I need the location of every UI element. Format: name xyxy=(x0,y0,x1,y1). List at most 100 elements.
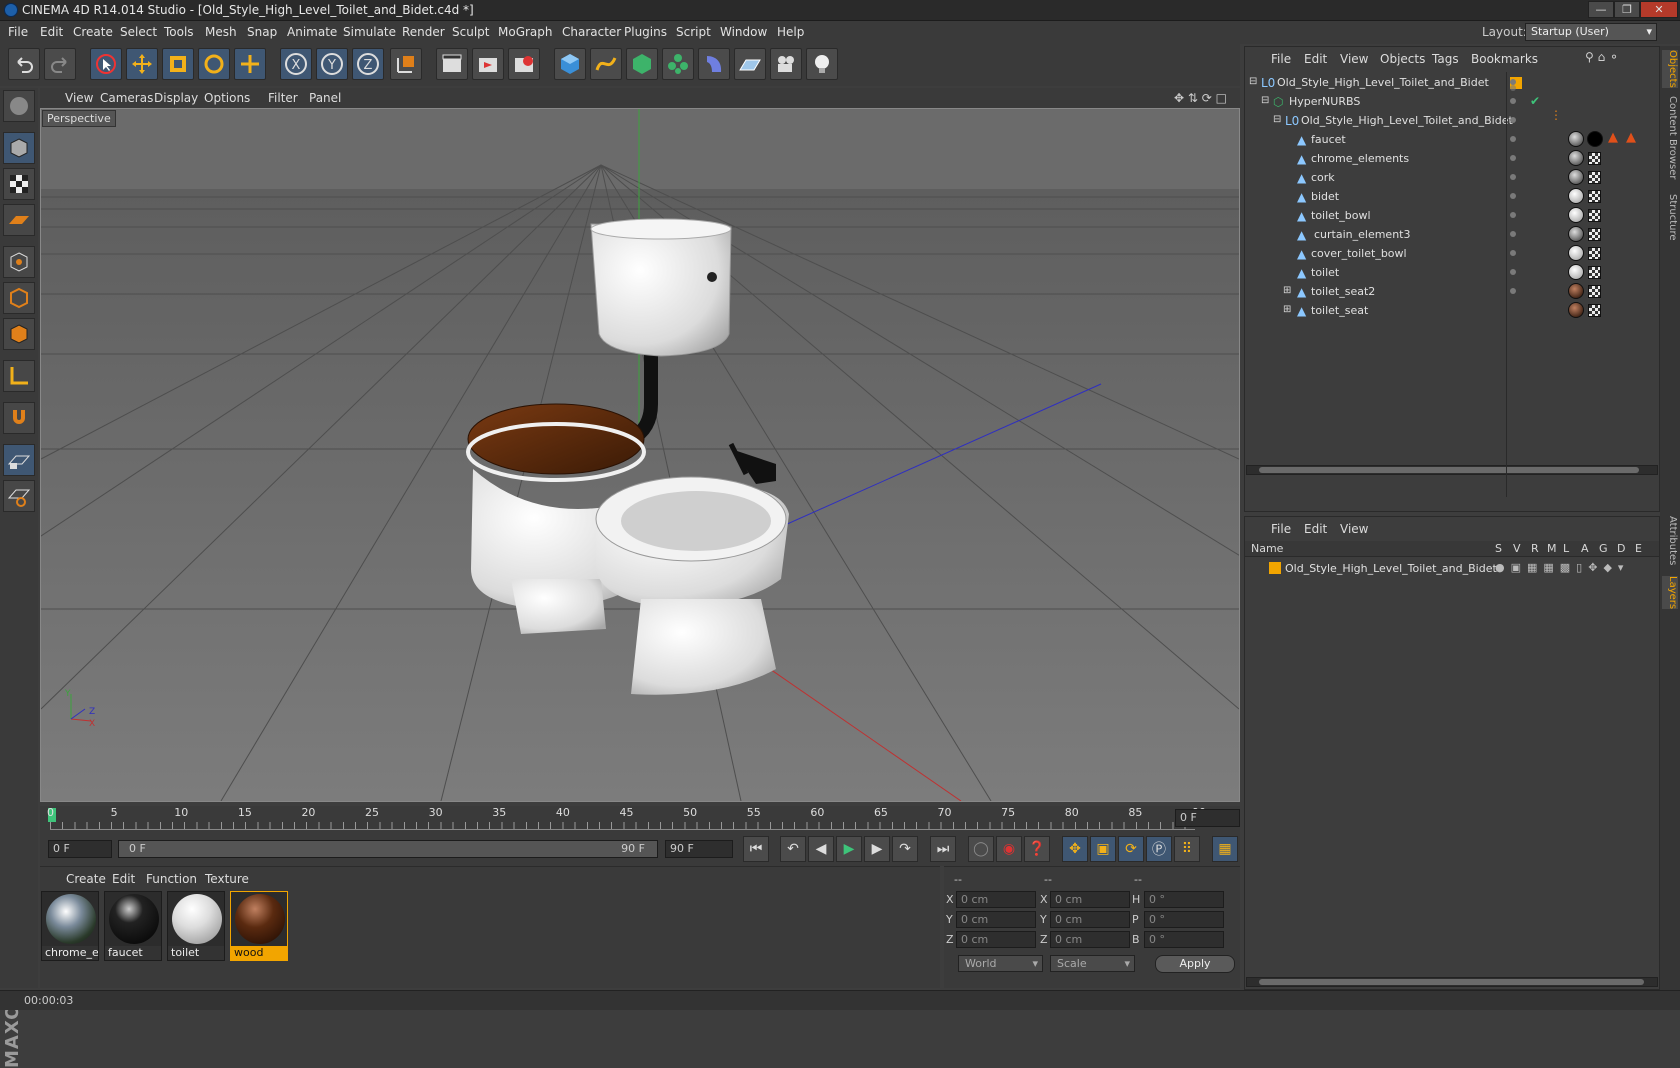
layers-menu-edit[interactable]: Edit xyxy=(1304,522,1327,536)
column-animation[interactable]: A xyxy=(1581,542,1589,555)
polygons-mode-button[interactable] xyxy=(3,318,35,350)
key-position-button[interactable]: ✥ xyxy=(1062,836,1088,862)
layer-row[interactable]: Old_Style_High_Level_Toilet_and_Bidet ●▣… xyxy=(1245,559,1659,577)
object-manager-column-divider[interactable] xyxy=(1506,72,1507,497)
menu-snap[interactable]: Snap xyxy=(247,25,277,39)
menu-render[interactable]: Render xyxy=(402,25,445,39)
uvw-tag[interactable] xyxy=(1588,266,1601,279)
viewport-menu-view[interactable]: View xyxy=(65,91,93,105)
objects-menu-tags[interactable]: Tags xyxy=(1432,52,1459,66)
column-generators[interactable]: G xyxy=(1599,542,1608,555)
rotation-p-field[interactable]: 0 ° xyxy=(1144,911,1224,928)
render-view-button[interactable] xyxy=(436,48,468,80)
menu-create[interactable]: Create xyxy=(73,25,113,39)
tab-layers[interactable]: Layers xyxy=(1662,576,1678,610)
material-tag[interactable] xyxy=(1587,131,1603,147)
move-button[interactable] xyxy=(126,48,158,80)
timeline-ruler[interactable]: 051015202530354045505560657075808590 xyxy=(40,806,1240,834)
material-chrome[interactable]: chrome_ele xyxy=(41,891,99,961)
play-button[interactable]: ▶ xyxy=(836,836,862,862)
menu-mograph[interactable]: MoGraph xyxy=(498,25,553,39)
objects-menu-edit[interactable]: Edit xyxy=(1304,52,1327,66)
uvw-tag[interactable] xyxy=(1588,171,1601,184)
rotation-h-field[interactable]: 0 ° xyxy=(1144,891,1224,908)
key-scale-button[interactable]: ▣ xyxy=(1090,836,1116,862)
objects-menu-view[interactable]: View xyxy=(1340,52,1368,66)
material-toilet[interactable]: toilet xyxy=(167,891,225,961)
preview-range-slider[interactable]: 0 F 90 F xyxy=(118,840,658,858)
uvw-tag[interactable] xyxy=(1588,304,1601,317)
objects-scrollbar[interactable] xyxy=(1246,465,1658,475)
viewport-menu-panel[interactable]: Panel xyxy=(309,91,341,105)
material-tag[interactable] xyxy=(1568,283,1584,299)
material-tag[interactable] xyxy=(1568,131,1584,147)
next-frame-button[interactable]: ▶ xyxy=(864,836,890,862)
menu-window[interactable]: Window xyxy=(720,25,767,39)
undo-button[interactable] xyxy=(8,48,40,80)
snap-button[interactable] xyxy=(3,402,35,434)
material-tag[interactable] xyxy=(1568,188,1584,204)
expand-icon[interactable]: ⊞ xyxy=(1283,285,1291,296)
minimize-button[interactable]: — xyxy=(1588,1,1614,18)
uvw-tag[interactable] xyxy=(1588,152,1601,165)
camera-button[interactable] xyxy=(770,48,802,80)
viewport-navigation-icons[interactable]: ✥ ⇅ ⟳ □ xyxy=(1174,91,1227,105)
objects-menu-objects[interactable]: Objects xyxy=(1380,52,1425,66)
coordinate-system-button[interactable] xyxy=(390,48,422,80)
tab-structure[interactable]: Structure xyxy=(1662,194,1678,241)
material-menu-function[interactable]: Function xyxy=(146,872,197,886)
menu-edit[interactable]: Edit xyxy=(40,25,63,39)
pen-spline-button[interactable] xyxy=(590,48,622,80)
column-view[interactable]: V xyxy=(1513,542,1521,555)
start-frame-field[interactable]: 0 F xyxy=(48,840,112,858)
size-z-field[interactable]: 0 cm xyxy=(1050,931,1130,948)
record-keys-button[interactable]: ◯ xyxy=(968,836,994,862)
planar-workplane-button[interactable] xyxy=(3,480,35,512)
axis-mode-button[interactable] xyxy=(3,360,35,392)
z-axis-button[interactable]: Z xyxy=(352,48,384,80)
transform-mode-select[interactable]: Scale ▾ xyxy=(1050,955,1135,972)
material-tag[interactable] xyxy=(1568,226,1584,242)
live-selection-button[interactable] xyxy=(90,48,122,80)
menu-mesh[interactable]: Mesh xyxy=(205,25,237,39)
viewport-menu-display[interactable]: Display xyxy=(154,91,198,105)
floor-button[interactable] xyxy=(734,48,766,80)
expand-icon[interactable]: ⊞ xyxy=(1283,304,1291,315)
previous-frame-button[interactable]: ◀ xyxy=(808,836,834,862)
material-tag[interactable] xyxy=(1568,169,1584,185)
size-x-field[interactable]: 0 cm xyxy=(1050,891,1130,908)
rotate-button[interactable] xyxy=(198,48,230,80)
size-y-field[interactable]: 0 cm xyxy=(1050,911,1130,928)
column-expressions[interactable]: E xyxy=(1635,542,1642,555)
go-to-start-button[interactable]: ⏮ xyxy=(743,836,769,862)
menu-select[interactable]: Select xyxy=(120,25,157,39)
menu-file[interactable]: File xyxy=(8,25,28,39)
layers-menu-view[interactable]: View xyxy=(1340,522,1368,536)
go-to-end-button[interactable]: ⏭ xyxy=(930,836,956,862)
uvw-tag[interactable] xyxy=(1588,209,1601,222)
previous-key-button[interactable]: ↶ xyxy=(780,836,806,862)
objects-menu-bookmarks[interactable]: Bookmarks xyxy=(1471,52,1538,66)
edges-mode-button[interactable] xyxy=(3,282,35,314)
deformer-button[interactable] xyxy=(698,48,730,80)
material-tag[interactable] xyxy=(1568,264,1584,280)
texture-mode-button[interactable] xyxy=(3,168,35,200)
tab-objects[interactable]: Objects xyxy=(1662,50,1678,88)
menu-character[interactable]: Character xyxy=(562,25,621,39)
viewport-menu-cameras[interactable]: Cameras xyxy=(100,91,153,105)
collapse-icon[interactable]: ⊟ xyxy=(1261,95,1269,106)
material-menu-create[interactable]: Create xyxy=(66,872,106,886)
layout-select[interactable]: Startup (User) ▾ xyxy=(1525,23,1657,41)
viewport-menu-options[interactable]: Options xyxy=(204,91,250,105)
uvw-tag[interactable] xyxy=(1588,228,1601,241)
uvw-tag[interactable] xyxy=(1588,247,1601,260)
points-mode-button[interactable] xyxy=(3,246,35,278)
menu-tools[interactable]: Tools xyxy=(164,25,194,39)
material-tag[interactable] xyxy=(1568,207,1584,223)
model-mode-button[interactable] xyxy=(3,132,35,164)
objects-menu-file[interactable]: File xyxy=(1271,52,1291,66)
key-point-level-button[interactable]: ⠿ xyxy=(1174,836,1200,862)
current-frame-field[interactable]: 0 F xyxy=(1175,809,1240,827)
scale-button[interactable] xyxy=(162,48,194,80)
material-menu-texture[interactable]: Texture xyxy=(205,872,249,886)
